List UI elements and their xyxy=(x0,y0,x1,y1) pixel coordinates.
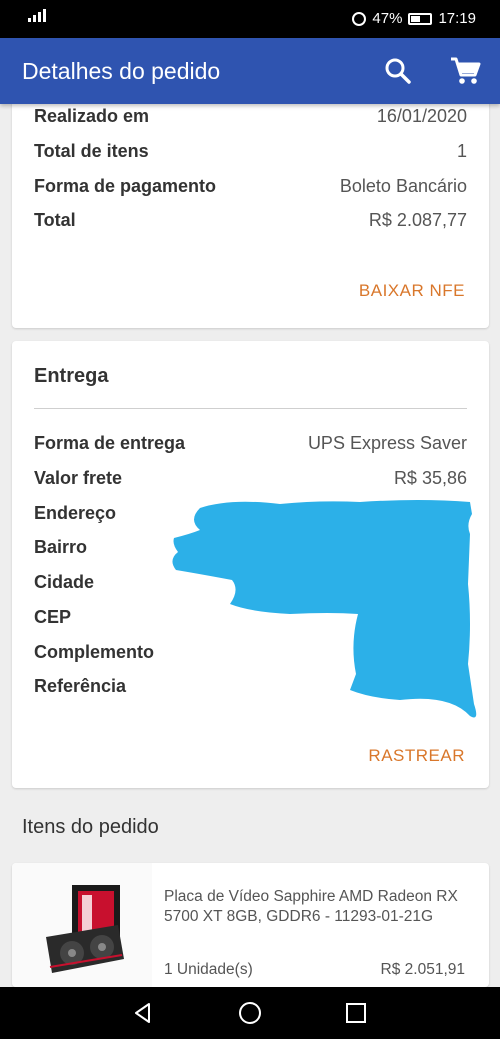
payment-method-row: Forma de pagamento Boleto Bancário xyxy=(34,176,467,196)
order-item-card[interactable]: Placa de Vídeo Sapphire AMD Radeon RX 57… xyxy=(12,863,489,987)
product-name: Placa de Vídeo Sapphire AMD Radeon RX 57… xyxy=(164,888,458,925)
order-total-row: Total R$ 2.087,77 xyxy=(34,210,467,230)
search-button[interactable] xyxy=(381,54,415,88)
battery-percent: 47% xyxy=(372,10,403,27)
home-icon xyxy=(239,1002,261,1024)
track-button[interactable]: RASTREAR xyxy=(368,746,465,766)
divider xyxy=(34,408,467,409)
product-image xyxy=(12,863,152,987)
search-icon xyxy=(385,58,411,84)
total-items-row: Total de itens 1 xyxy=(34,141,467,161)
back-icon xyxy=(135,1003,150,1023)
order-summary-card: Realizado em 16/01/2020 Total de itens 1… xyxy=(12,90,489,328)
status-bar: 47% 17:19 xyxy=(0,0,500,38)
product-price: R$ 2.051,91 xyxy=(380,961,465,978)
page-title: Detalhes do pedido xyxy=(22,58,221,84)
recents-button[interactable] xyxy=(343,1000,369,1026)
app-bar: Detalhes do pedido xyxy=(0,38,500,104)
home-button[interactable] xyxy=(237,1000,263,1026)
recents-icon xyxy=(346,1003,366,1023)
clock: 17:19 xyxy=(438,10,476,27)
items-section-title: Itens do pedido xyxy=(22,816,159,838)
shopping-cart-icon xyxy=(451,57,481,84)
shipping-method-row: Forma de entrega UPS Express Saver xyxy=(34,433,467,453)
shipping-cost-row: Valor frete R$ 35,86 xyxy=(34,468,467,488)
download-invoice-button[interactable]: BAIXAR NFE xyxy=(359,281,465,301)
signal-icon xyxy=(28,9,46,22)
alarm-icon xyxy=(352,11,367,26)
redaction-scribble xyxy=(172,500,477,718)
battery-icon xyxy=(408,12,433,25)
back-button[interactable] xyxy=(130,1000,156,1026)
navigation-bar xyxy=(0,987,500,1039)
cart-button[interactable] xyxy=(448,54,482,88)
order-date-row: Realizado em 16/01/2020 xyxy=(34,106,467,126)
product-quantity: 1 Unidade(s) xyxy=(164,961,253,978)
delivery-title: Entrega xyxy=(34,365,109,387)
